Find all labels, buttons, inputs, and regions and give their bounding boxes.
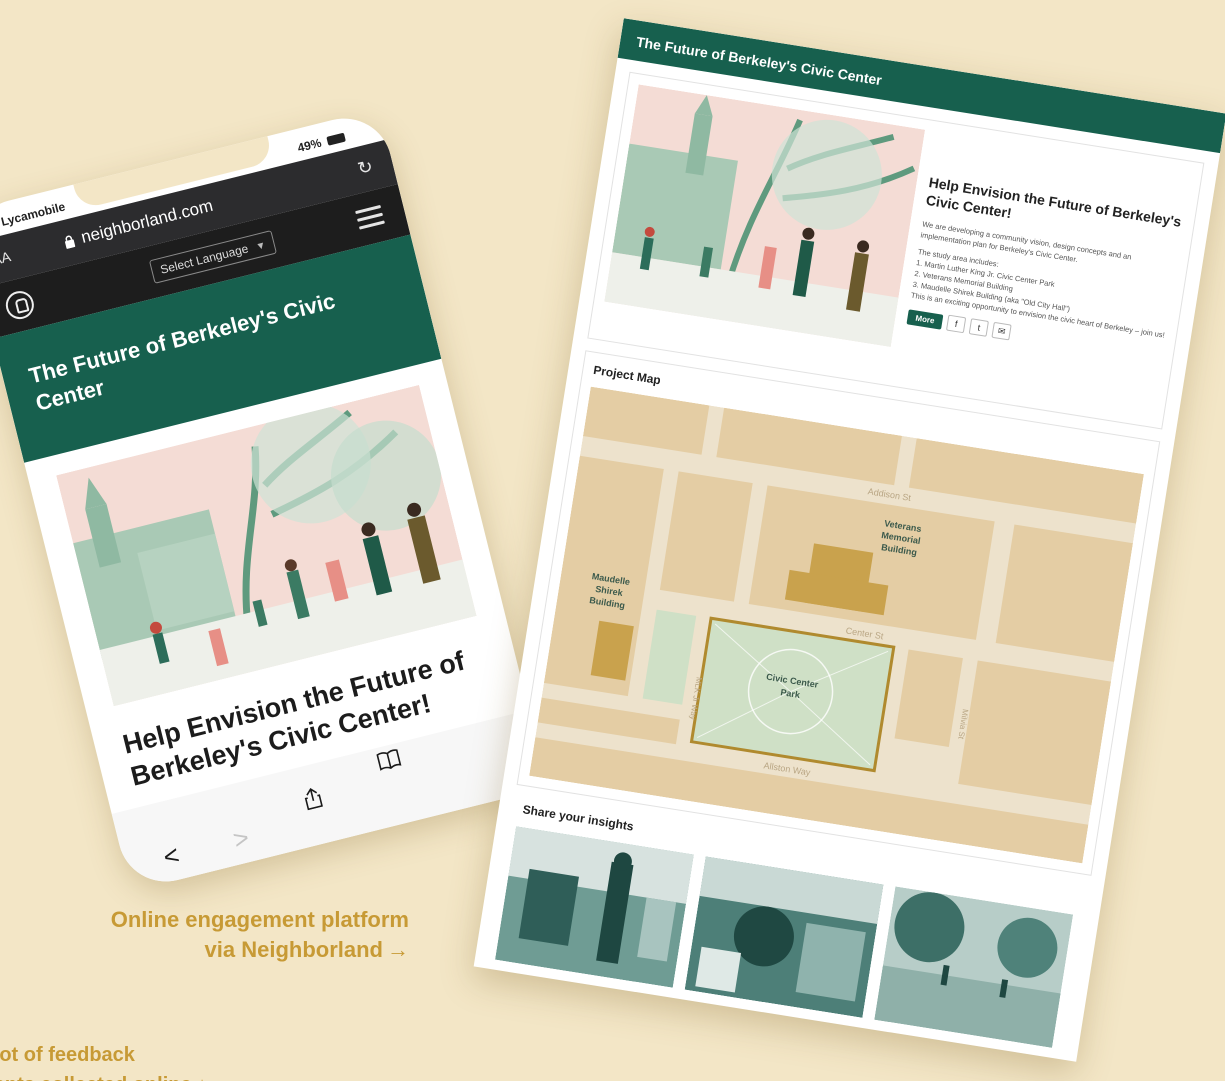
caption-line: Online engagement platform: [110, 907, 409, 932]
bookmarks-icon[interactable]: [375, 747, 403, 772]
caption-text: via Neighborland: [204, 937, 383, 962]
insight-photo[interactable]: [874, 886, 1074, 1048]
caption-line: shot of feedback: [0, 1044, 135, 1066]
insight-photo[interactable]: [494, 826, 694, 988]
battery-icon: [326, 132, 347, 147]
project-card-image: [604, 84, 926, 347]
back-button[interactable]: <: [160, 839, 182, 873]
project-card-text: Help Envision the Future of Berkeley's C…: [906, 173, 1187, 365]
language-select-label: Select Language: [158, 241, 250, 277]
photo-image: [684, 856, 884, 1018]
email-icon[interactable]: ✉: [991, 321, 1012, 341]
phone-mockup: Lycamobile 49% AA neighborland.com ↻ Sel…: [0, 108, 549, 892]
logo-icon[interactable]: [2, 288, 37, 323]
chevron-down-icon: ▼: [254, 240, 268, 254]
arrow-right-icon: →: [387, 937, 409, 962]
park-illustration-image: [604, 84, 926, 347]
map-canvas: Addison St Center St Allston Way MLK Jr …: [529, 386, 1144, 864]
photo-image: [494, 826, 694, 988]
project-map-panel: Project Map Addison St Center St Allston…: [516, 350, 1161, 876]
text-size-button[interactable]: AA: [0, 248, 12, 268]
hamburger-menu-icon[interactable]: [355, 204, 385, 231]
caption-line: ments collected online ↓: [0, 1070, 330, 1081]
more-button[interactable]: More: [906, 308, 944, 330]
caption-feedback: shot of feedback ments collected online …: [0, 1040, 330, 1081]
desktop-page-mockup: The Future of Berkeley's Civic Center He…: [473, 18, 1225, 1062]
caption-line: via Neighborland →: [111, 935, 409, 965]
forward-button[interactable]: >: [230, 822, 252, 856]
twitter-icon[interactable]: t: [968, 318, 990, 337]
battery-label: 49%: [296, 135, 323, 155]
photo-image: [874, 886, 1074, 1048]
reload-icon[interactable]: ↻: [356, 156, 376, 180]
caption-online-engagement: Online engagement platform via Neighborl…: [111, 905, 409, 965]
insight-photo[interactable]: [684, 856, 884, 1018]
facebook-icon[interactable]: f: [946, 314, 967, 334]
project-map[interactable]: Addison St Center St Allston Way MLK Jr …: [529, 386, 1144, 864]
lock-icon: [64, 235, 76, 249]
share-icon[interactable]: [301, 785, 324, 811]
project-map-title: Project Map: [592, 362, 662, 388]
